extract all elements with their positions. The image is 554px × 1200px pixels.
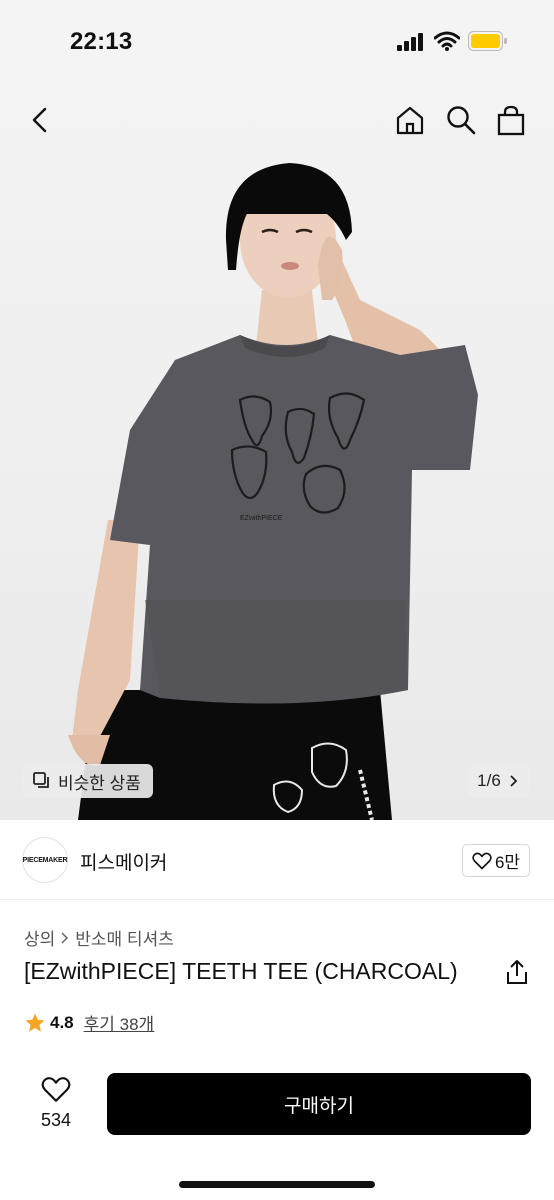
brand-like-count: 6만 <box>494 853 521 872</box>
status-time: 22:13 <box>70 28 133 55</box>
product-title: [EZwithPIECE] TEETH TEE (CHARCOAL) <box>24 958 458 984</box>
back-button[interactable] <box>20 100 60 140</box>
image-counter: 1/6 <box>477 771 501 790</box>
image-counter-button[interactable]: 1/6 <box>468 764 530 798</box>
home-icon <box>396 106 424 135</box>
search-icon <box>447 106 476 135</box>
wishlist-button[interactable]: 534 <box>24 1076 88 1132</box>
share-icon <box>507 960 527 984</box>
similar-products-label: 비슷한 상품 <box>58 773 141 793</box>
chevron-right-icon <box>510 775 518 787</box>
search-button[interactable] <box>441 100 481 140</box>
top-navigation <box>0 84 554 156</box>
breadcrumb-subcategory[interactable]: 반소매 티셔츠 <box>75 925 174 950</box>
brand-logo[interactable]: PIECEMAKER <box>22 837 68 883</box>
heart-icon <box>472 852 492 869</box>
brand-like-button[interactable]: 6만 <box>462 844 530 877</box>
product-detail-screen: EZwithPIECE 비슷한 상품 1/6 22:13 PIECEMAKER … <box>0 0 554 1200</box>
home-indicator[interactable] <box>179 1181 375 1188</box>
brand-row[interactable]: PIECEMAKER 피스메이커 6만 <box>0 820 554 900</box>
battery-icon <box>468 31 507 51</box>
category-breadcrumb: 상의 반소매 티셔츠 <box>24 925 174 950</box>
wishlist-count: 534 <box>40 1110 72 1130</box>
shopping-bag-icon <box>497 105 525 136</box>
shirt-print-text: EZwithPIECE <box>240 515 283 522</box>
review-count-link[interactable]: 후기 38개 <box>84 1010 155 1035</box>
back-chevron-icon <box>32 107 47 133</box>
brand-logo-text: PIECEMAKER <box>22 856 68 864</box>
home-button[interactable] <box>390 100 430 140</box>
breadcrumb-category[interactable]: 상의 <box>24 925 55 950</box>
cellular-signal-icon <box>397 33 423 51</box>
chevron-right-icon <box>61 931 69 944</box>
rating-score: 4.8 <box>50 1012 74 1032</box>
buy-button[interactable]: 구매하기 <box>107 1073 531 1135</box>
star-icon <box>25 1013 45 1032</box>
buy-button-label: 구매하기 <box>284 1095 354 1117</box>
cart-button[interactable] <box>491 100 531 140</box>
wifi-icon <box>434 31 460 51</box>
similar-items-icon <box>33 772 49 788</box>
brand-name[interactable]: 피스메이커 <box>80 848 167 875</box>
product-rating: 4.8 후기 38개 <box>24 1010 154 1035</box>
status-bar: 22:13 <box>0 0 554 84</box>
heart-icon <box>41 1077 71 1102</box>
similar-products-button[interactable]: 비슷한 상품 <box>22 764 153 798</box>
share-button[interactable] <box>504 958 530 986</box>
